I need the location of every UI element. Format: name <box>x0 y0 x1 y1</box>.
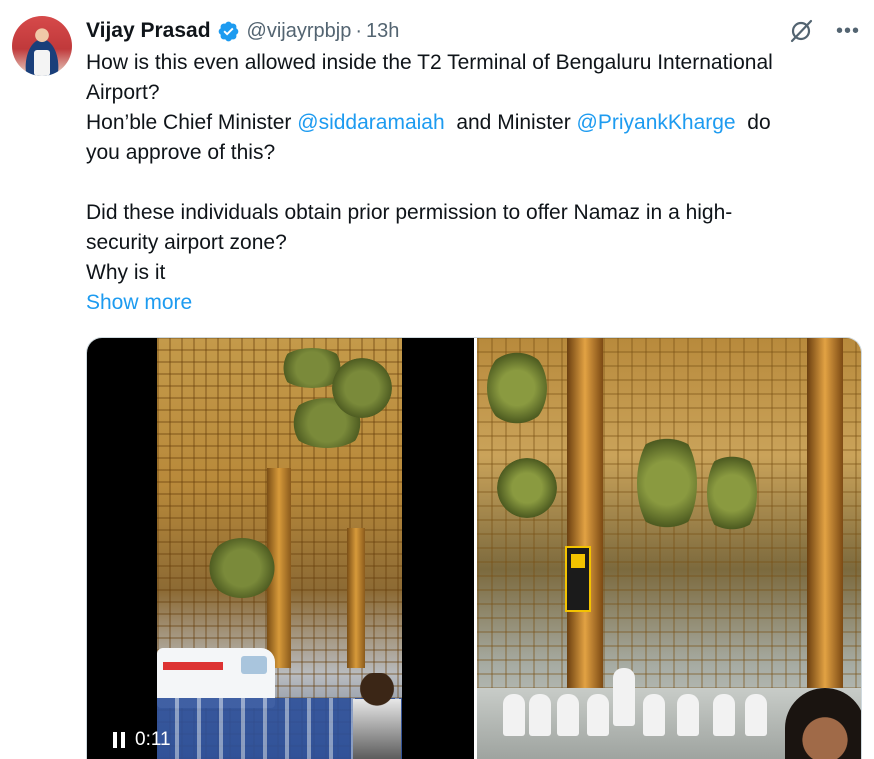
show-more-link[interactable]: Show more <box>86 288 856 318</box>
tweet-text-fragment: and Minister <box>444 111 577 134</box>
tweet-text-line: Did these individuals obtain prior permi… <box>86 201 733 224</box>
video-frame <box>157 338 402 759</box>
media-grid: 0:11 <box>86 337 862 759</box>
sign <box>565 546 591 612</box>
top-actions: ••• <box>788 18 860 44</box>
grok-icon[interactable] <box>788 18 814 44</box>
pause-icon[interactable] <box>113 732 127 748</box>
person-face <box>785 688 861 759</box>
avatar[interactable] <box>12 16 72 76</box>
tweet-text-line: Hon’ble Chief Minister @siddaramaiah and… <box>86 108 856 138</box>
tweet-text-fragment: do <box>735 111 771 134</box>
tweet-text-line: Why is it <box>86 261 166 284</box>
tweet-text-fragment: Hon’ble Chief Minister <box>86 111 298 134</box>
tweet-text-line: security airport zone? <box>86 231 287 254</box>
author-handle[interactable]: @vijayrpbjp <box>247 20 352 43</box>
person <box>353 673 401 759</box>
author-display-name[interactable]: Vijay Prasad <box>86 19 211 43</box>
tweet-text-line: you approve of this? <box>86 141 276 164</box>
mention-link[interactable]: @PriyankKharge <box>577 111 736 134</box>
photo[interactable] <box>477 338 861 759</box>
mention-link[interactable]: @siddaramaiah <box>297 111 444 134</box>
video-time: 0:11 <box>135 729 171 750</box>
tweet-text-line: How is this even allowed inside the T2 T… <box>86 51 773 74</box>
tweet-body: How is this even allowed inside the T2 T… <box>86 48 856 318</box>
verified-badge-icon <box>218 21 238 41</box>
separator-dot: · <box>355 19 363 42</box>
tweet-header: Vijay Prasad @vijayrpbjp · 13h <box>86 16 399 46</box>
post-time[interactable]: 13h <box>366 20 399 43</box>
more-icon[interactable]: ••• <box>836 21 860 41</box>
tweet-text-line: Airport? <box>86 81 160 104</box>
video-player[interactable]: 0:11 <box>87 338 474 759</box>
video-controls[interactable]: 0:11 <box>113 729 171 751</box>
